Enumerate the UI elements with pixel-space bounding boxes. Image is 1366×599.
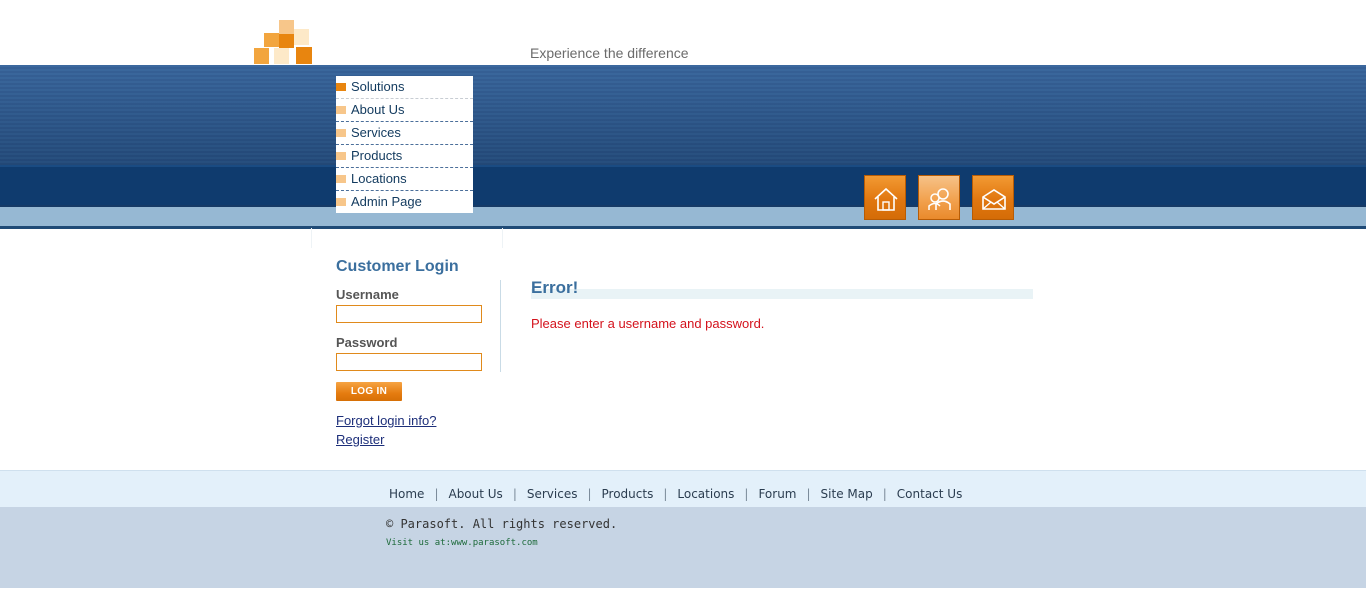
footer-separator: | <box>744 487 749 501</box>
envelope-icon <box>982 189 1006 210</box>
contact-icon-button[interactable] <box>972 175 1014 220</box>
nav-item-services[interactable]: Services <box>336 122 473 145</box>
header-band-light <box>0 205 1366 226</box>
footer-link-forum[interactable]: Forum <box>758 487 796 501</box>
nav-bullet-icon <box>336 152 346 160</box>
footer-link-services[interactable]: Services <box>527 487 578 501</box>
sidebar-frame <box>311 228 503 248</box>
login-button[interactable]: LOG IN <box>336 382 402 401</box>
forgot-login-link[interactable]: Forgot login info? <box>336 413 436 428</box>
visit-link[interactable]: Visit us at:www.parasoft.com <box>386 538 538 548</box>
error-title-bar <box>531 289 1033 299</box>
footer-bottom <box>0 507 1366 588</box>
password-label: Password <box>336 335 398 350</box>
nav-item-locations[interactable]: Locations <box>336 168 473 191</box>
users-icon <box>928 188 951 210</box>
footer-link-contact-us[interactable]: Contact Us <box>897 487 963 501</box>
nav-bullet-icon <box>336 83 346 91</box>
copyright-text: © Parasoft. All rights reserved. <box>386 517 618 531</box>
nav-bullet-icon <box>336 106 346 114</box>
username-label: Username <box>336 287 399 302</box>
nav-label: Admin Page <box>351 194 422 209</box>
error-title: Error! <box>531 278 579 297</box>
nav-label: About Us <box>351 102 405 117</box>
error-message: Please enter a username and password. <box>531 316 765 331</box>
nav-item-solutions[interactable]: Solutions <box>336 76 473 99</box>
login-title: Customer Login <box>336 258 459 275</box>
sidebar-divider <box>500 280 501 372</box>
header-divider <box>0 226 1366 229</box>
footer-link-locations[interactable]: Locations <box>677 487 734 501</box>
username-input[interactable] <box>336 305 482 323</box>
footer-link-products[interactable]: Products <box>602 487 654 501</box>
footer-link-home[interactable]: Home <box>389 487 424 501</box>
footer-separator: | <box>434 487 439 501</box>
home-icon <box>874 187 898 211</box>
nav-bullet-icon <box>336 198 346 206</box>
footer-separator: | <box>512 487 517 501</box>
main-nav: Solutions About Us Services Products Loc… <box>336 76 473 213</box>
nav-label: Solutions <box>351 79 405 94</box>
footer-separator: | <box>663 487 668 501</box>
nav-item-products[interactable]: Products <box>336 145 473 168</box>
footer-separator: | <box>882 487 887 501</box>
users-icon-button[interactable] <box>918 175 960 220</box>
header-band-dark <box>0 165 1366 205</box>
nav-label: Products <box>351 148 403 163</box>
footer-separator: | <box>806 487 811 501</box>
footer-link-site-map[interactable]: Site Map <box>821 487 873 501</box>
footer-link-about-us[interactable]: About Us <box>448 487 502 501</box>
footer-separator: | <box>587 487 592 501</box>
nav-label: Services <box>351 125 401 140</box>
home-icon-button[interactable] <box>864 175 906 220</box>
nav-label: Locations <box>351 171 407 186</box>
nav-bullet-icon <box>336 129 346 137</box>
register-link[interactable]: Register <box>336 432 384 447</box>
footer-links: Home | About Us | Services | Products | Location… <box>389 487 962 501</box>
company-logo[interactable] <box>254 20 314 65</box>
nav-bullet-icon <box>336 175 346 183</box>
password-input[interactable] <box>336 353 482 371</box>
header-band <box>0 65 1366 165</box>
tagline: Experience the difference <box>530 45 689 61</box>
nav-item-about-us[interactable]: About Us <box>336 99 473 122</box>
nav-item-admin-page[interactable]: Admin Page <box>336 191 473 213</box>
